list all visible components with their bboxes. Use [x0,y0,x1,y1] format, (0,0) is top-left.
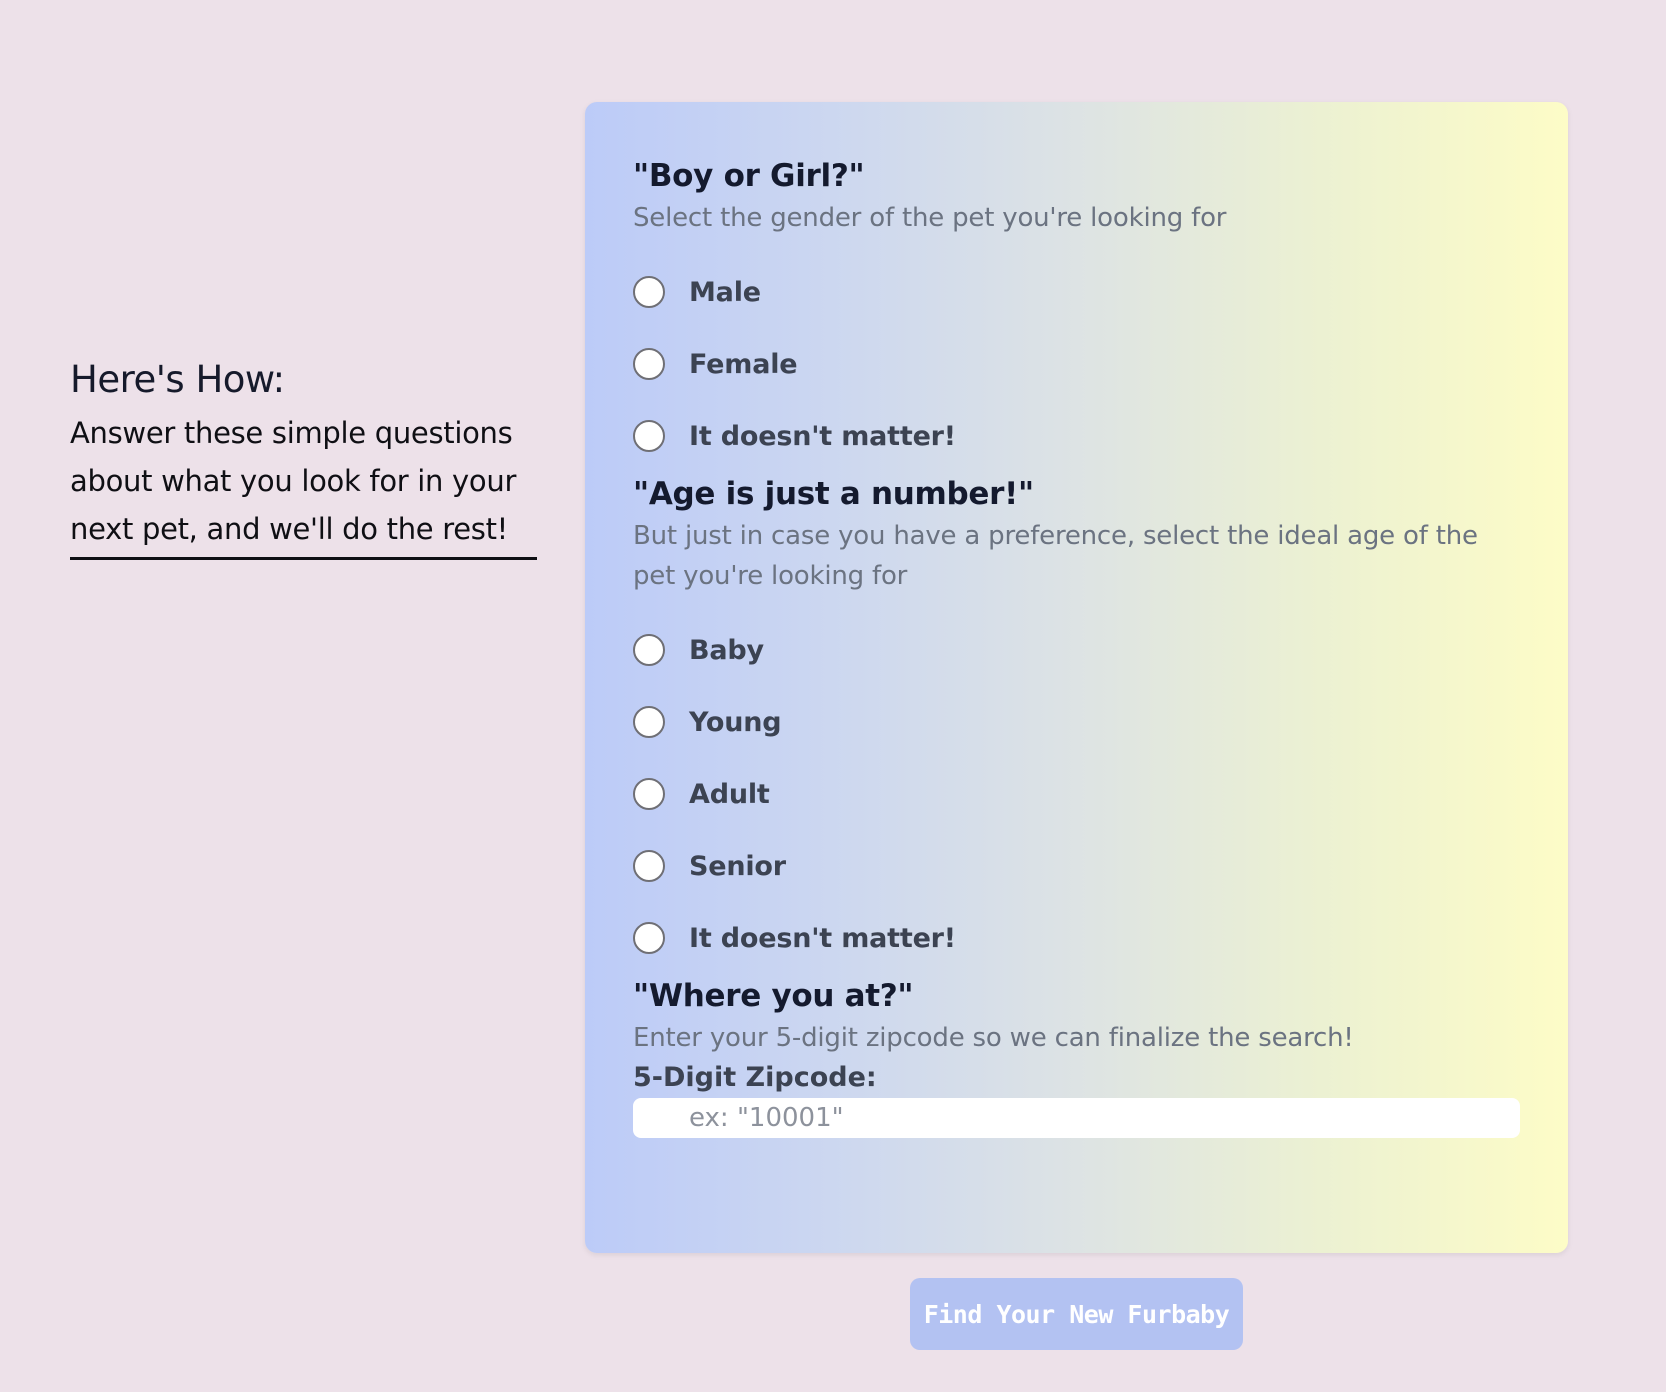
intro-text: Answer these simple questions about what… [70,409,537,560]
gender-option-female[interactable]: Female [633,328,1520,400]
zip-title: "Where you at?" [633,978,914,1014]
gender-radio-any[interactable] [633,420,665,452]
intro-heading: Here's How: [70,358,285,401]
age-option-label: It doesn't matter! [689,922,956,954]
age-radio-young[interactable] [633,706,665,738]
gender-option-label: Male [689,276,761,308]
gender-option-label: Female [689,348,798,380]
age-option-any[interactable]: It doesn't matter! [633,902,1520,974]
find-furbaby-button[interactable]: Find Your New Furbaby [910,1278,1243,1350]
gender-radio-female[interactable] [633,348,665,380]
zipcode-input[interactable] [633,1098,1520,1138]
pet-search-form: "Boy or Girl?" Select the gender of the … [585,102,1568,1253]
page: Here's How: Answer these simple question… [0,0,1666,1392]
age-option-label: Young [689,706,782,738]
age-radio-senior[interactable] [633,850,665,882]
intro-section: Here's How: Answer these simple question… [70,358,537,560]
age-option-senior[interactable]: Senior [633,830,1520,902]
age-title: "Age is just a number!" [633,476,1034,512]
zip-subtitle: Enter your 5-digit zipcode so we can fin… [633,1023,1354,1053]
gender-option-label: It doesn't matter! [689,420,956,452]
gender-radio-male[interactable] [633,276,665,308]
zip-section: "Where you at?" Enter your 5-digit zipco… [633,974,1520,1138]
gender-options: Male Female It doesn't matter! [633,256,1520,472]
gender-section: "Boy or Girl?" Select the gender of the … [633,154,1520,472]
gender-title: "Boy or Girl?" [633,158,865,194]
age-section: "Age is just a number!" But just in case… [633,472,1520,974]
age-subtitle: But just in case you have a preference, … [633,521,1478,591]
gender-option-male[interactable]: Male [633,256,1520,328]
age-option-baby[interactable]: Baby [633,614,1520,686]
age-option-label: Senior [689,850,786,882]
zip-label: 5-Digit Zipcode: [633,1062,877,1093]
age-radio-any[interactable] [633,922,665,954]
gender-subtitle: Select the gender of the pet you're look… [633,203,1227,233]
age-option-label: Adult [689,778,770,810]
age-option-label: Baby [689,634,764,666]
age-radio-baby[interactable] [633,634,665,666]
age-option-adult[interactable]: Adult [633,758,1520,830]
age-radio-adult[interactable] [633,778,665,810]
age-option-young[interactable]: Young [633,686,1520,758]
gender-option-any[interactable]: It doesn't matter! [633,400,1520,472]
age-options: Baby Young Adult Senior It doesn't matte… [633,614,1520,974]
